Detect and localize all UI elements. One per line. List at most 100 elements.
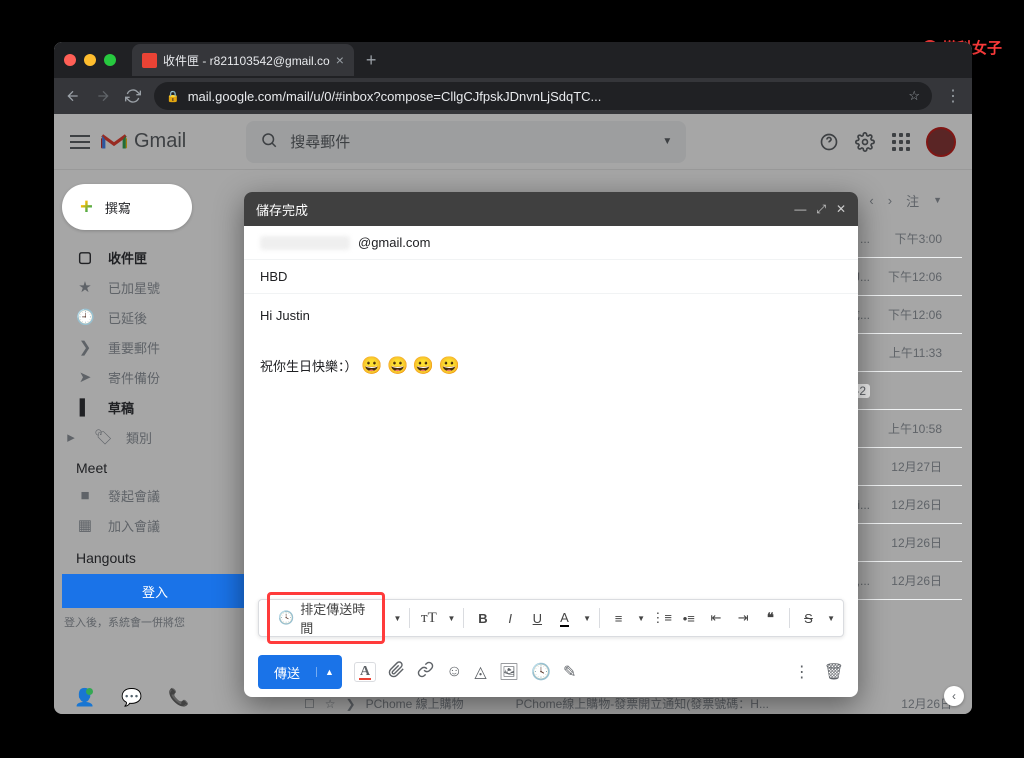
sidebar-item-label: 草稿: [108, 398, 134, 417]
strikethrough-button[interactable]: S: [798, 607, 819, 629]
sidebar-item-starred[interactable]: ★ 已加星號: [54, 272, 256, 302]
bookmark-star-icon[interactable]: ☆: [908, 88, 920, 104]
new-tab-button[interactable]: +: [366, 50, 377, 71]
gmail-favicon-icon: [142, 53, 157, 68]
compose-header[interactable]: 儲存完成 — ⤢ ✕: [244, 192, 858, 226]
keyboard-icon: ▦: [76, 516, 94, 534]
sidebar-item-important[interactable]: ❯重要郵件: [54, 332, 256, 362]
star-icon: ★: [76, 278, 94, 296]
draft-icon: ▌: [76, 399, 94, 416]
chevron-down-icon[interactable]: ▼: [933, 195, 942, 205]
address-bar[interactable]: 🔒 mail.google.com/mail/u/0/#inbox?compos…: [154, 82, 932, 110]
mail-time: 12月27日: [882, 458, 942, 475]
more-options-icon[interactable]: ⋮: [794, 662, 810, 682]
tab-close-icon[interactable]: ×: [336, 52, 344, 68]
mail-time: 12月26日: [882, 496, 942, 513]
important-icon[interactable]: ❯: [346, 697, 356, 711]
mail-time: 上午10:58: [882, 420, 942, 437]
compose-button[interactable]: + 撰寫: [62, 184, 192, 230]
label-icon: 🏷: [94, 428, 112, 446]
send-button[interactable]: 傳送 ▲: [258, 655, 342, 689]
schedule-label: 排定傳送時間: [300, 599, 374, 637]
star-icon[interactable]: ☆: [325, 697, 336, 711]
forward-button[interactable]: [94, 87, 112, 105]
recipients-field[interactable]: @gmail.com: [244, 226, 858, 260]
confidential-icon[interactable]: 🕓: [531, 662, 551, 682]
align-button[interactable]: ≡: [608, 607, 629, 629]
hangouts-contacts-icon[interactable]: 👤: [74, 688, 95, 708]
sidebar-item-label: 已延後: [108, 308, 147, 327]
formatting-toggle-button[interactable]: A: [354, 662, 376, 682]
sidebar-item-inbox[interactable]: ▢收件匣: [54, 242, 256, 272]
recipient-domain: @gmail.com: [358, 235, 430, 250]
back-button[interactable]: [64, 87, 82, 105]
mail-time: 下午3:00: [882, 230, 942, 247]
mail-sender: PChome 線上購物: [366, 695, 506, 712]
hangouts-chat-icon[interactable]: 💬: [121, 688, 142, 708]
link-icon[interactable]: [417, 661, 434, 683]
hangouts-phone-icon[interactable]: 📞: [168, 688, 189, 708]
tab-title: 收件匣 - r821103542@gmail.co: [163, 52, 330, 69]
browser-menu-button[interactable]: ⋮: [944, 87, 962, 105]
minimize-window-icon[interactable]: [84, 54, 96, 66]
underline-button[interactable]: U: [527, 607, 548, 629]
sidebar-join-meeting[interactable]: ▦ 加入會議: [54, 510, 256, 540]
indent-more-button[interactable]: ⇥: [733, 607, 754, 629]
schedule-send-button[interactable]: 🕓 排定傳送時間: [267, 592, 385, 644]
sent-icon: ➤: [76, 368, 94, 386]
pen-icon[interactable]: ✎: [563, 662, 576, 682]
schedule-icon: 🕓: [278, 610, 294, 626]
font-size-button[interactable]: тT: [418, 607, 439, 629]
hangouts-note: 登入後，系統會一併將您: [54, 608, 256, 630]
sidebar-item-label: 已加星號: [108, 278, 160, 297]
drive-icon[interactable]: ◬: [474, 662, 486, 682]
mail-time: 上午11:33: [882, 344, 942, 361]
input-tool-label[interactable]: 注: [906, 191, 919, 210]
emoji-row: 😀 😀 😀 😀: [361, 356, 460, 375]
bullet-list-button[interactable]: •≡: [678, 607, 699, 629]
sidebar-item-sent[interactable]: ➤寄件備份: [54, 362, 256, 392]
clock-icon: 🕘: [76, 308, 94, 326]
attach-icon[interactable]: [388, 661, 405, 683]
expand-icon[interactable]: ⤢: [816, 202, 826, 217]
image-icon[interactable]: 🖼: [499, 662, 519, 682]
prev-page-icon[interactable]: ‹: [869, 193, 873, 208]
text-color-button[interactable]: A: [554, 607, 575, 629]
send-dropdown-icon[interactable]: ▲: [316, 667, 342, 677]
sidebar-item-snoozed[interactable]: 🕘 已延後: [54, 302, 256, 332]
close-icon[interactable]: ✕: [836, 202, 846, 216]
compose-footer: 傳送 ▲ A ☺ ◬ 🖼 🕓 ✎ ⋮ 🗑: [244, 647, 858, 697]
sidebar-item-categories[interactable]: ▸🏷類別: [54, 422, 256, 452]
mail-time: 下午12:06: [882, 306, 942, 323]
hangouts-login-button[interactable]: 登入: [62, 574, 248, 608]
lock-icon: 🔒: [166, 90, 180, 103]
chevron-down-icon[interactable]: ▼: [393, 614, 401, 623]
minimize-icon[interactable]: —: [794, 202, 806, 216]
reload-button[interactable]: [124, 87, 142, 105]
sidebar-item-label: 加入會議: [108, 516, 160, 535]
format-toolbar: 🕓 排定傳送時間 ▼ тT▼ B I U A▼ ≡▼ ⋮≡ •≡ ⇤ ⇥ ❝ S…: [258, 599, 844, 637]
sidebar-item-drafts[interactable]: ▌ 草稿: [54, 392, 256, 422]
body-line: 祝你生日快樂：） 😀 😀 😀 😀: [260, 351, 842, 382]
mail-subject: PChome線上購物-發票開立通知(發票號碼：H...: [516, 695, 892, 712]
plus-icon: +: [80, 194, 93, 220]
maximize-window-icon[interactable]: [104, 54, 116, 66]
indent-less-button[interactable]: ⇤: [705, 607, 726, 629]
side-panel-toggle[interactable]: ‹: [944, 686, 964, 706]
sidebar-start-meeting[interactable]: ■發起會議: [54, 480, 256, 510]
subject-field[interactable]: HBD: [244, 260, 858, 294]
video-icon: ■: [76, 487, 94, 504]
mail-snippet: ,...: [857, 574, 870, 588]
discard-icon[interactable]: 🗑: [824, 662, 844, 682]
mail-time: 12月26日: [882, 572, 942, 589]
browser-tab[interactable]: 收件匣 - r821103542@gmail.co ×: [132, 44, 354, 76]
quote-button[interactable]: ❝: [760, 607, 781, 629]
italic-button[interactable]: I: [500, 607, 521, 629]
bold-button[interactable]: B: [472, 607, 493, 629]
emoji-icon[interactable]: ☺: [446, 663, 462, 681]
next-page-icon[interactable]: ›: [888, 193, 892, 208]
close-window-icon[interactable]: [64, 54, 76, 66]
checkbox-icon[interactable]: ☐: [304, 697, 315, 711]
numbered-list-button[interactable]: ⋮≡: [651, 607, 672, 629]
mail-time: 下午12:06: [882, 268, 942, 285]
